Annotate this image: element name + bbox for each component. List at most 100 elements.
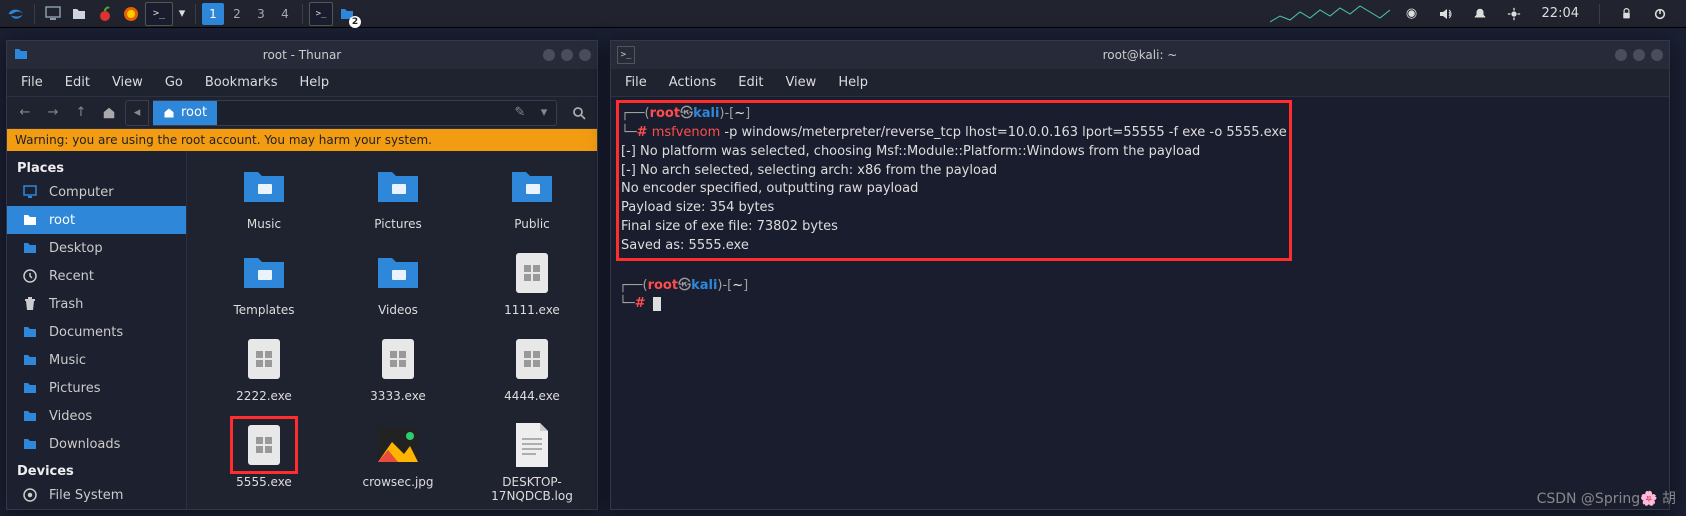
menu-help[interactable]: Help [289,71,339,94]
clock[interactable]: 22:04 [1542,6,1579,21]
sidebar-item-documents[interactable]: Documents [7,318,186,346]
terminal-window: >_ root@kali: ~ File Actions Edit View H… [610,40,1670,510]
back-button[interactable]: ← [13,101,37,125]
path-edit-icon[interactable]: ✎ [508,101,532,125]
path-dropdown-icon[interactable]: ▾ [532,101,556,125]
search-button[interactable] [567,101,591,125]
sidebar-item-desktop[interactable]: Desktop [7,234,186,262]
minimize-button[interactable] [543,49,555,61]
sidebar-item-downloads[interactable]: Downloads [7,430,186,458]
files-icon[interactable] [67,2,91,26]
file-item[interactable]: 5555.exe [199,417,329,507]
terminal-menubar: File Actions Edit View Help [611,69,1669,97]
maximize-button[interactable] [1633,49,1645,61]
places-header: Places [7,155,186,178]
menu-view[interactable]: View [102,71,153,94]
forward-button[interactable]: → [41,101,65,125]
sidebar-item-recent[interactable]: Recent [7,262,186,290]
folder-icon [21,323,39,341]
folder-icon [21,351,39,369]
pathbar[interactable]: root ✎ ▾ [153,100,557,126]
file-item[interactable]: Videos [333,245,463,321]
file-item[interactable]: 4444.exe [467,331,597,407]
kali-menu-icon[interactable] [4,2,28,26]
terminal-dropdown-icon[interactable]: ▾ [175,2,189,26]
file-thumb-icon [369,421,427,469]
trash-icon [21,295,39,313]
file-thumb-icon [503,163,561,211]
thunar-titlebar[interactable]: root - Thunar [7,41,597,69]
volume-icon[interactable] [1434,2,1458,26]
sidebar-item-label: File System [49,488,123,503]
file-label: crowsec.jpg [362,475,433,489]
path-toggle-icon[interactable]: ◂ [125,100,149,126]
workspace-3[interactable]: 3 [250,3,272,25]
menu-file[interactable]: File [11,71,53,94]
folder-icon [21,407,39,425]
workspace-4[interactable]: 4 [274,3,296,25]
cherrytree-icon[interactable] [93,2,117,26]
menu-file[interactable]: File [615,71,657,94]
sidebar-item-videos[interactable]: Videos [7,402,186,430]
power-icon[interactable] [1648,2,1672,26]
menu-edit[interactable]: Edit [728,71,773,94]
menu-actions[interactable]: Actions [659,71,727,94]
sidebar-item-music[interactable]: Music [7,346,186,374]
file-label: Pictures [374,217,422,231]
sidebar-item-label: Computer [49,185,114,200]
sidebar-item-root[interactable]: root [7,206,186,234]
file-item[interactable]: Public [467,159,597,235]
sidebar-item-label: Desktop [49,241,103,256]
file-label: Videos [378,303,418,317]
file-item[interactable]: DESKTOP-17NQDCB.log [467,417,597,507]
sidebar-item-label: Trash [49,297,83,312]
file-thumb-icon [235,249,293,297]
menu-bookmarks[interactable]: Bookmarks [195,71,288,94]
sidebar-item-file-system[interactable]: File System [7,481,186,509]
up-button[interactable]: ↑ [69,101,93,125]
file-item[interactable]: crowsec.jpg [333,417,463,507]
file-label: DESKTOP-17NQDCB.log [472,475,592,503]
menu-go[interactable]: Go [155,71,193,94]
thunar-menubar: File Edit View Go Bookmarks Help [7,69,597,97]
record-icon[interactable]: ◉ [1400,2,1424,26]
terminal-titlebar[interactable]: >_ root@kali: ~ [611,41,1669,69]
sidebar-item-computer[interactable]: Computer [7,178,186,206]
sidebar-item-pictures[interactable]: Pictures [7,374,186,402]
file-item[interactable]: 2222.exe [199,331,329,407]
notifications-icon[interactable] [1468,2,1492,26]
terminal-output[interactable]: ┌──(root㉿kali)-[~] └─# msfvenom -p windo… [611,97,1669,509]
path-seg-root[interactable]: root [153,101,217,125]
menu-help[interactable]: Help [828,71,878,94]
workspace-1[interactable]: 1 [202,3,224,25]
show-desktop-icon[interactable] [41,2,65,26]
file-label: Templates [233,303,294,317]
thunar-app-icon [13,46,31,64]
terminal-launcher-icon[interactable]: >_ [145,2,173,26]
file-item[interactable]: 1111.exe [467,245,597,321]
file-item[interactable]: 3333.exe [333,331,463,407]
task-terminal-icon[interactable]: >_ [309,2,333,26]
maximize-button[interactable] [561,49,573,61]
firefox-icon[interactable] [119,2,143,26]
file-thumb-icon [503,421,561,469]
close-button[interactable] [579,49,591,61]
icon-view[interactable]: Music Pictures Public Templates Videos 1111.e… [187,151,597,509]
menu-edit[interactable]: Edit [55,71,100,94]
file-thumb-icon [235,163,293,211]
lock-icon[interactable] [1614,2,1638,26]
sidebar-item-trash[interactable]: Trash [7,290,186,318]
terminal-title: root@kali: ~ [1103,48,1178,62]
minimize-button[interactable] [1615,49,1627,61]
file-item[interactable]: Music [199,159,329,235]
menu-view[interactable]: View [775,71,826,94]
file-thumb-icon [235,421,293,469]
network-icon[interactable] [1502,2,1526,26]
file-item[interactable]: Templates [199,245,329,321]
sidebar-item-label: Documents [49,325,123,340]
workspace-2[interactable]: 2 [226,3,248,25]
task-files-icon[interactable]: 2 [335,2,359,26]
home-button[interactable] [97,101,121,125]
file-item[interactable]: Pictures [333,159,463,235]
close-button[interactable] [1651,49,1663,61]
